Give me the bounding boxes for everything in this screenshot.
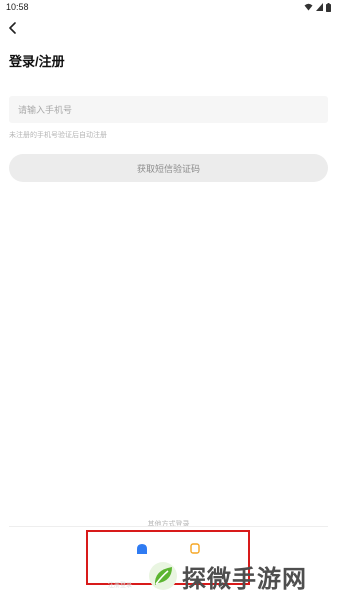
watermark-text: 探微手游网 xyxy=(182,564,307,593)
register-hint: 未注册的手机号验证后自动注册 xyxy=(9,132,107,139)
battery-icon xyxy=(326,2,331,12)
chevron-left-icon xyxy=(9,22,16,34)
person-icon xyxy=(137,544,147,554)
leaf-logo-icon xyxy=(149,562,177,590)
device-icon xyxy=(190,543,200,554)
status-bar: 10:58 xyxy=(0,0,337,14)
wifi-icon xyxy=(304,3,313,11)
get-sms-code-button[interactable]: 获取短信验证码 xyxy=(9,154,328,182)
divider xyxy=(9,526,328,527)
signal-icon xyxy=(316,3,323,11)
back-button[interactable] xyxy=(4,19,22,37)
status-icons xyxy=(304,2,331,12)
phone-input[interactable] xyxy=(9,96,328,123)
watermark: 探微手游网 xyxy=(148,558,307,594)
page-title: 登录/注册 xyxy=(9,54,65,69)
login-screen: 10:58 登录/注册 未注册的手机号验证后自动注册 获取短信验证码 其他方式登… xyxy=(0,0,337,600)
other-login-label: 其他方式登录 xyxy=(147,521,190,528)
login-option-device[interactable] xyxy=(187,541,203,557)
faint-footer-text: 注册登录 xyxy=(108,583,133,589)
login-option-person[interactable] xyxy=(134,541,150,557)
status-time: 10:58 xyxy=(6,2,29,12)
